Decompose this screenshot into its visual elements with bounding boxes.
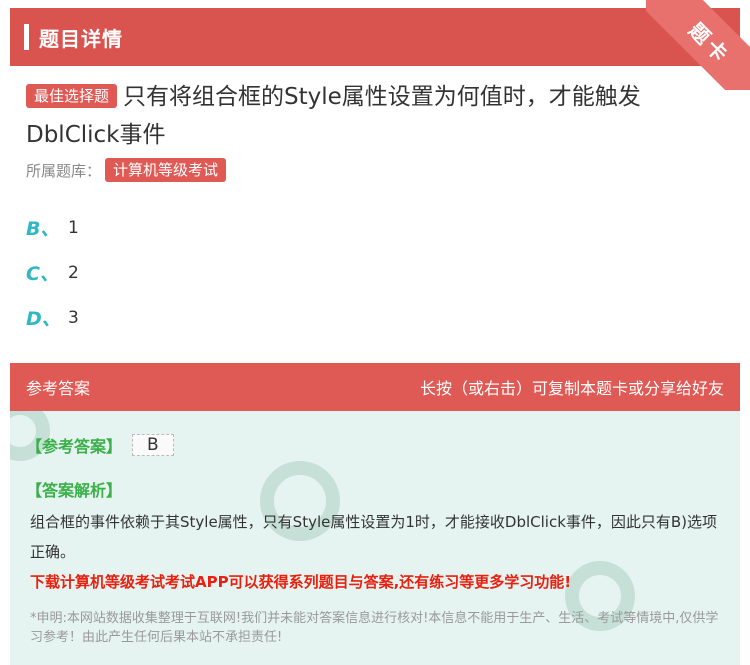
app-download-promo[interactable]: 下载计算机等级考试考试APP可以获得系列题目与答案,还有练习等更多学习功能!: [30, 571, 571, 592]
page-header: 题目详情: [10, 8, 740, 66]
header-accent-bar: [24, 24, 29, 50]
question-bank-badge[interactable]: 计算机等级考试: [105, 158, 227, 182]
page-title: 题目详情: [39, 26, 123, 51]
option-c[interactable]: C、 2: [26, 259, 79, 286]
option-text: 3: [68, 307, 79, 328]
question-bank: 所属题库： 计算机等级考试: [26, 158, 227, 182]
answer-section-title: 参考答案: [26, 379, 91, 398]
option-letter: D、: [26, 308, 61, 330]
question-card-corner[interactable]: 题卡: [646, 0, 750, 90]
disclaimer-text: *申明:本网站数据收集整理于互联网!我们并未能对答案信息进行核对!本信息不能用于…: [30, 611, 719, 645]
explanation-label: 【答案解析】: [26, 481, 123, 500]
option-text: 1: [68, 217, 79, 238]
answer-panel: 【参考答案】 B 【答案解析】 组合框的事件依赖于其Style属性，只有Styl…: [10, 411, 740, 665]
reference-answer: 【参考答案】 B: [26, 433, 174, 457]
explanation-text: 组合框的事件依赖于其Style属性，只有Style属性设置为1时，才能接收Dbl…: [30, 513, 718, 561]
option-d[interactable]: D、 3: [26, 304, 79, 331]
question-bank-label: 所属题库：: [26, 161, 102, 180]
reference-answer-value: B: [132, 434, 174, 456]
option-b[interactable]: B、 1: [26, 214, 79, 241]
option-text: 2: [68, 262, 79, 283]
answer-header-bar: 参考答案 长按（或右击）可复制本题卡或分享给好友: [10, 363, 740, 411]
corner-label: 题卡: [646, 0, 750, 90]
share-hint: 长按（或右击）可复制本题卡或分享给好友: [419, 379, 724, 398]
question-stem: 只有将组合框的Style属性设置为何值时，才能触发DblClick事件: [26, 84, 641, 148]
option-letter: C、: [26, 263, 59, 285]
option-letter: B、: [26, 218, 60, 240]
question-text: 最佳选择题 只有将组合框的Style属性设置为何值时，才能触发DblClick事件: [26, 78, 726, 154]
reference-answer-label: 【参考答案】: [26, 437, 123, 456]
question-type-badge: 最佳选择题: [26, 84, 118, 108]
